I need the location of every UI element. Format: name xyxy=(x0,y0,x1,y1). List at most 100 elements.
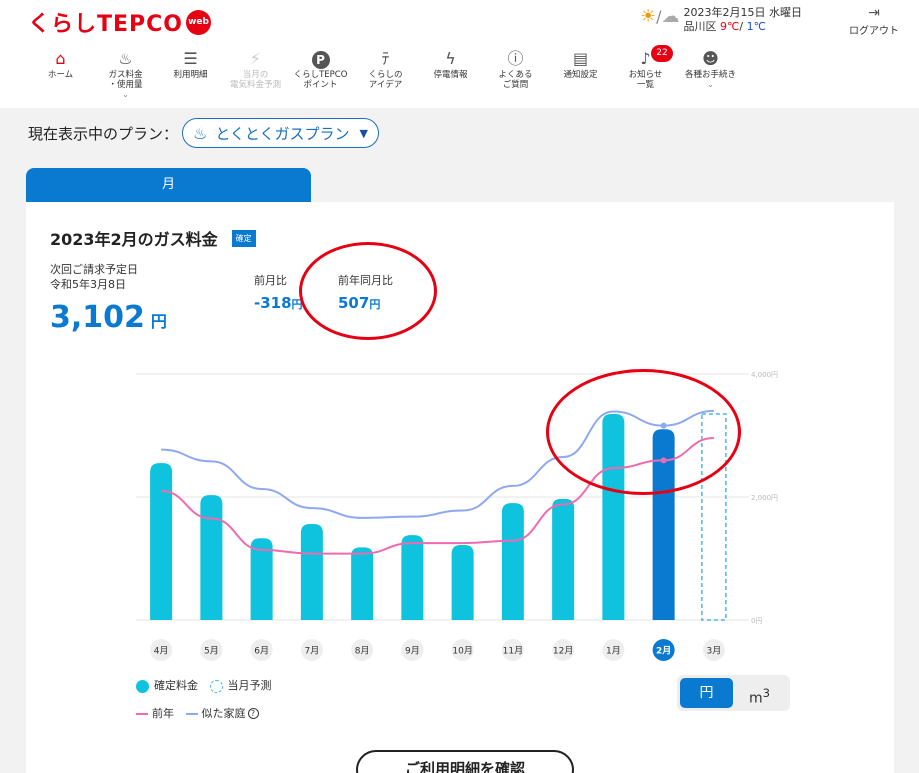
chevron-down-icon: ⌄ xyxy=(122,90,129,99)
prev-year-unit: 円 xyxy=(369,298,381,311)
forecast-icon: ⚡ xyxy=(249,49,262,68)
similar-household-line xyxy=(161,409,714,519)
logo-web-badge: web xyxy=(186,9,212,35)
x-tick-label: 10月 xyxy=(452,646,472,657)
unit-m3-sup: 3 xyxy=(762,686,771,700)
plan-label: 現在表示中のプラン： xyxy=(28,124,179,143)
sun-icon: ☀ xyxy=(640,6,657,27)
logout-button[interactable]: ⇥ ログアウト xyxy=(842,4,906,37)
legend-similar: 似た家庭? xyxy=(185,703,259,725)
main-nav: ⌂ ホーム ♨ ガス料金 ・使用量 ⌄ ☰ 利用明細 ⚡ 当月の 電気料金予測 P … xyxy=(28,45,808,108)
gas-fee-panel: 2023年2月のガス料金 確定 次回ご請求予定日 令和5年3月8日 3,102 円… xyxy=(26,202,894,773)
due-date: 令和5年3月8日 xyxy=(50,278,126,291)
nav-statement[interactable]: ☰ 利用明細 xyxy=(158,48,223,108)
logo[interactable]: くらしTEPCO web xyxy=(28,8,212,37)
weather-low: 1℃ xyxy=(746,20,766,33)
flame-icon: ♨ xyxy=(118,49,133,68)
x-tick-label: 11月 xyxy=(503,646,523,657)
plan-select[interactable]: ♨ とくとくガスプラン ▼ xyxy=(182,118,379,148)
page-title: 2023年2月のガス料金 xyxy=(50,230,218,249)
nav-label: 停電情報 xyxy=(433,70,468,80)
home-icon: ⌂ xyxy=(55,49,66,68)
nav-label: よくある ご質問 xyxy=(498,70,533,90)
nav-label: 通知設定 xyxy=(563,70,598,80)
chevron-down-icon: ▼ xyxy=(359,126,368,140)
chart-bar xyxy=(501,503,524,620)
legend-confirmed-label: 確定料金 xyxy=(154,679,198,692)
weather-high: 9℃ xyxy=(720,20,740,33)
unit-toggle: 円 m3 xyxy=(677,675,790,711)
legend-forecast: 当月予測 xyxy=(209,675,272,697)
prev-year-line-point xyxy=(660,457,667,464)
due-label: 次回ご請求予定日 xyxy=(50,263,138,276)
legend-confirmed-swatch xyxy=(136,679,149,693)
amount-unit: 円 xyxy=(150,312,167,331)
chart-bar xyxy=(401,535,424,620)
tab-month[interactable]: 月 xyxy=(26,168,311,202)
idea-icon: ﾃ xyxy=(381,49,390,68)
points-icon: P xyxy=(311,51,330,69)
x-tick-label: 7月 xyxy=(305,646,320,657)
weather-date: 2023年2月15日 水曜日 xyxy=(683,6,803,19)
x-tick-label: 5月 xyxy=(204,646,219,657)
status-badge: 確定 xyxy=(231,229,256,247)
chart-bar xyxy=(451,544,474,620)
chart-bar xyxy=(150,463,173,620)
help-icon[interactable]: ? xyxy=(247,708,259,719)
document-icon: ☰ xyxy=(183,49,198,68)
chart-legend: 確定料金 当月予測 前年 似た家庭? xyxy=(136,675,280,725)
notification-badge: 22 xyxy=(651,45,673,62)
prev-month-compare: 前月比 -318円 xyxy=(254,272,303,312)
message-icon: ▤ xyxy=(572,49,589,68)
y-tick-label: 0円 xyxy=(751,617,762,625)
y-tick-label: 4,000円 xyxy=(751,371,778,379)
prev-month-value: -318 xyxy=(254,294,292,312)
unit-yen-button[interactable]: 円 xyxy=(680,678,733,708)
prev-month-unit: 円 xyxy=(291,298,303,311)
logout-label: ログアウト xyxy=(849,26,899,37)
nav-points[interactable]: P くらしTEPCO ポイント xyxy=(288,48,353,108)
nav-outage[interactable]: ϟ 停電情報 xyxy=(418,48,483,108)
nav-ideas[interactable]: ﾃ くらしの アイデア xyxy=(353,48,418,108)
legend-prev-year: 前年 xyxy=(136,703,174,725)
chart-bar xyxy=(602,413,625,620)
x-tick-label: 8月 xyxy=(355,646,370,657)
prev-year-compare: 前年同月比 507円 xyxy=(338,272,393,312)
x-tick-label: 4月 xyxy=(154,646,169,657)
nav-notices[interactable]: ♪ 22 お知らせ 一覧 xyxy=(613,45,678,108)
unit-m3-button[interactable]: m3 xyxy=(733,678,786,708)
view-statement-button[interactable]: ご利用明細を確認 xyxy=(356,750,574,773)
legend-prev-year-label: 前年 xyxy=(152,706,174,720)
nav-home[interactable]: ⌂ ホーム xyxy=(28,48,93,108)
nav-label: くらしTEPCO ポイント xyxy=(293,70,348,90)
x-tick-label: 3月 xyxy=(707,646,722,657)
prev-month-label: 前月比 xyxy=(254,274,287,287)
chart-bar xyxy=(351,547,374,620)
gas-fee-chart: 0円 2,000円 4,000円 4月 5月 6月 7月 8月 9月 10月 11月 12月 1月 2月 3… xyxy=(136,371,778,661)
nav-label: 利用明細 xyxy=(173,70,208,80)
chevron-down-icon: ⌄ xyxy=(707,80,714,89)
question-icon: ⓘ xyxy=(507,49,524,68)
prev-year-line xyxy=(161,436,714,555)
nav-label: ガス料金 ・使用量 xyxy=(108,70,143,90)
x-tick-label: 1月 xyxy=(606,646,621,657)
user-icon: ☻ xyxy=(702,49,719,68)
legend-similar-swatch xyxy=(185,712,198,715)
forecast-bar xyxy=(701,413,727,621)
nav-label: お知らせ 一覧 xyxy=(628,70,663,90)
header: くらしTEPCO web ☀/☁ 2023年2月15日 水曜日 品川区 9℃/ … xyxy=(0,0,919,108)
y-tick-label: 2,000円 xyxy=(751,494,778,502)
weather-sep: / xyxy=(739,20,744,33)
plan-name: とくとくガスプラン xyxy=(215,124,350,143)
nav-procedures[interactable]: ☻ 各種お手続き ⌄ xyxy=(678,48,743,108)
nav-faq[interactable]: ⓘ よくある ご質問 xyxy=(483,48,548,108)
nav-label: くらしの アイデア xyxy=(368,70,403,90)
lightning-icon: ϟ xyxy=(445,49,456,68)
legend-prev-year-swatch xyxy=(136,712,148,715)
nav-label: 当月の 電気料金予測 xyxy=(229,70,281,90)
nav-notification-settings[interactable]: ▤ 通知設定 xyxy=(548,48,613,108)
nav-gas-usage[interactable]: ♨ ガス料金 ・使用量 ⌄ xyxy=(93,48,158,108)
chart-bar xyxy=(552,498,575,620)
chart-bar xyxy=(300,524,323,620)
plan-row: 現在表示中のプラン： ♨ とくとくガスプラン ▼ xyxy=(28,118,379,148)
